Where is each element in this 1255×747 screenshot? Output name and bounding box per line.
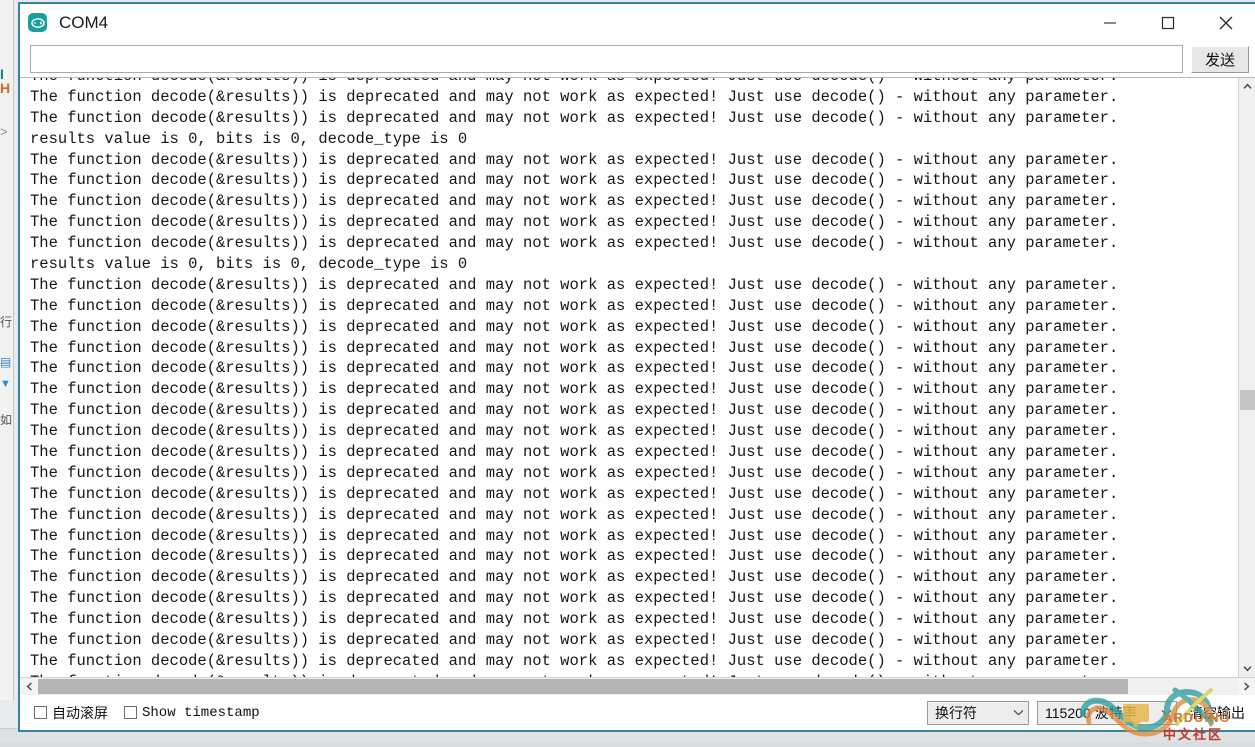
newline-select-value: 换行符 (935, 703, 977, 723)
vertical-scrollbar[interactable] (1238, 78, 1255, 677)
chevron-up-icon[interactable] (1239, 78, 1255, 95)
console-line: The function decode(&results)) is deprec… (30, 78, 1238, 87)
minimize-button[interactable] (1081, 4, 1139, 41)
vertical-scrollbar-thumb[interactable] (1240, 390, 1255, 410)
console-line: results value is 0, bits is 0, decode_ty… (30, 254, 1238, 275)
ide-ghost-glyph: I (0, 68, 14, 80)
ide-ghost-glyph: H (0, 82, 14, 94)
horizontal-scrollbar-thumb[interactable] (38, 679, 1128, 694)
console-line: The function decode(&results)) is deprec… (30, 275, 1238, 296)
ide-ghost-glyph: ▼ (0, 378, 14, 390)
console-area: The function decode(&results)) is deprec… (20, 77, 1255, 677)
show-timestamp-checkbox-box[interactable] (124, 706, 137, 719)
autoscroll-label: 自动滚屏 (52, 703, 108, 723)
console-line: The function decode(&results)) is deprec… (30, 150, 1238, 171)
autoscroll-checkbox-box[interactable] (34, 706, 47, 719)
send-row: 发送 (20, 41, 1255, 77)
console-lines: The function decode(&results)) is deprec… (30, 78, 1238, 677)
console-line: The function decode(&results)) is deprec… (30, 630, 1238, 651)
arduino-icon (28, 13, 47, 32)
maximize-button[interactable] (1139, 4, 1197, 41)
console-line: The function decode(&results)) is deprec… (30, 505, 1238, 526)
console-line: The function decode(&results)) is deprec… (30, 567, 1238, 588)
baud-rate-value: 115200 波特率 (1045, 703, 1137, 723)
vertical-scrollbar-track[interactable] (1239, 95, 1255, 660)
console-line: The function decode(&results)) is deprec… (30, 338, 1238, 359)
console-line: The function decode(&results)) is deprec… (30, 358, 1238, 379)
ide-ghost-glyph: > (0, 126, 14, 138)
console-line: The function decode(&results)) is deprec… (30, 609, 1238, 630)
console-line: The function decode(&results)) is deprec… (30, 87, 1238, 108)
console-line: The function decode(&results)) is deprec… (30, 170, 1238, 191)
ide-ghost-glyph: 如 (0, 414, 14, 426)
console-line: The function decode(&results)) is deprec… (30, 191, 1238, 212)
console-line: The function decode(&results)) is deprec… (30, 296, 1238, 317)
console-line: The function decode(&results)) is deprec… (30, 463, 1238, 484)
console-line: The function decode(&results)) is deprec… (30, 421, 1238, 442)
console-line: The function decode(&results)) is deprec… (30, 442, 1238, 463)
console-line: The function decode(&results)) is deprec… (30, 379, 1238, 400)
chevron-down-icon[interactable] (1239, 660, 1255, 677)
ide-ghost-glyph: ▤ (0, 356, 14, 368)
console-line: The function decode(&results)) is deprec… (30, 546, 1238, 567)
console-line: The function decode(&results)) is deprec… (30, 108, 1238, 129)
console-line: The function decode(&results)) is deprec… (30, 651, 1238, 672)
console-line: The function decode(&results)) is deprec… (30, 526, 1238, 547)
console-line: The function decode(&results)) is deprec… (30, 212, 1238, 233)
title-bar: COM4 (20, 4, 1255, 41)
status-bar-controls: 换行符 115200 波特率 清空输出 (927, 695, 1249, 730)
chevron-down-icon (1013, 709, 1024, 716)
console-line: The function decode(&results)) is deprec… (30, 400, 1238, 421)
send-button[interactable]: 发送 (1191, 46, 1249, 73)
serial-output-console[interactable]: The function decode(&results)) is deprec… (20, 78, 1238, 677)
ide-left-strip (0, 0, 14, 742)
window-controls (1081, 4, 1255, 41)
chevron-right-icon[interactable] (1237, 678, 1255, 695)
serial-send-input[interactable] (30, 45, 1183, 73)
horizontal-scrollbar-track[interactable] (38, 678, 1237, 695)
status-bar: 自动滚屏 Show timestamp 换行符 115200 波特率 (20, 695, 1255, 730)
page-title: COM4 (59, 13, 108, 33)
console-line: The function decode(&results)) is deprec… (30, 233, 1238, 254)
newline-select[interactable]: 换行符 (927, 701, 1029, 725)
chevron-down-icon (1161, 709, 1172, 716)
serial-monitor-window: COM4 发送 T (18, 2, 1255, 732)
chevron-left-icon[interactable] (20, 678, 38, 695)
console-line: results value is 0, bits is 0, decode_ty… (30, 129, 1238, 150)
horizontal-scrollbar[interactable] (20, 677, 1255, 695)
console-line: The function decode(&results)) is deprec… (30, 317, 1238, 338)
console-line: The function decode(&results)) is deprec… (30, 588, 1238, 609)
show-timestamp-label: Show timestamp (142, 705, 260, 721)
show-timestamp-checkbox[interactable]: Show timestamp (124, 705, 260, 721)
close-button[interactable] (1197, 4, 1255, 41)
clear-output-button[interactable]: 清空输出 (1185, 703, 1249, 723)
console-line: The function decode(&results)) is deprec… (30, 484, 1238, 505)
baud-rate-select[interactable]: 115200 波特率 (1037, 701, 1177, 725)
autoscroll-checkbox[interactable]: 自动滚屏 (34, 703, 108, 723)
ide-ghost-glyph: 行 (0, 316, 14, 328)
